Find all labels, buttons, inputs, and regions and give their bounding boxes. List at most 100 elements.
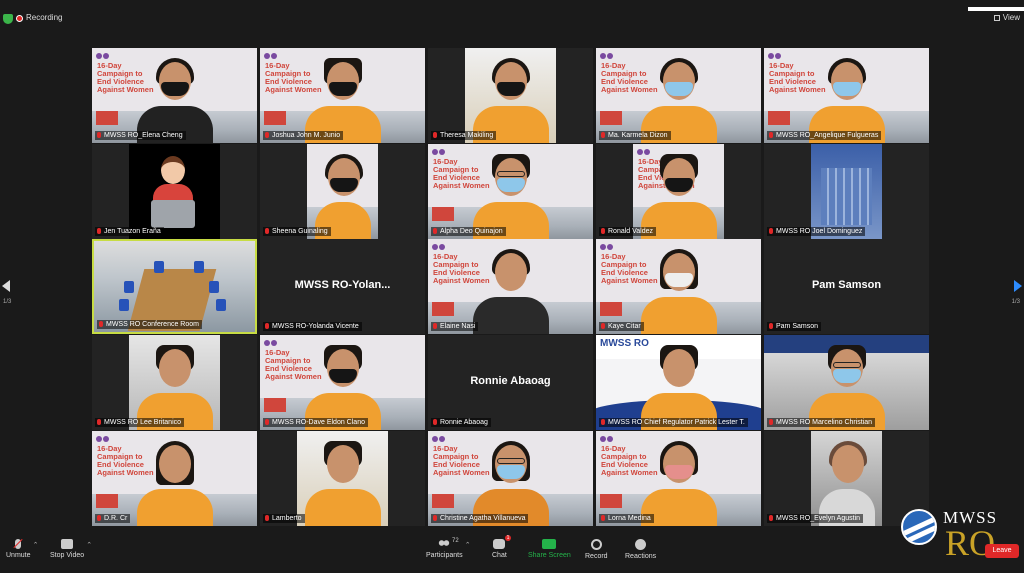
muted-mic-icon (433, 132, 437, 138)
participant-tile[interactable]: 16-Day Campaign to End Violence Against … (596, 431, 761, 526)
reactions-icon (635, 539, 647, 550)
muted-mic-icon (769, 228, 773, 234)
participant-video (297, 431, 388, 526)
participant-name: Joshua John M. Junio (263, 131, 344, 140)
participant-video (807, 335, 887, 430)
muted-mic-icon (433, 323, 437, 329)
participant-video (471, 144, 551, 239)
participant-name: MWSS RO Conference Room (97, 320, 202, 329)
participant-tile[interactable]: Pam Samson Pam Samson (764, 239, 929, 334)
participant-name: MWSS RO-Yolanda Vicente (263, 322, 362, 331)
participant-video (471, 239, 551, 334)
recording-label: Recording (26, 13, 63, 22)
caret-up-icon[interactable]: ⌃ (33, 541, 39, 549)
participant-tile[interactable]: 16-Day Campaign to End Violence Against … (260, 335, 425, 430)
participant-name: Sheena Guinaling (263, 227, 331, 236)
caret-up-icon[interactable]: ⌃ (86, 541, 92, 549)
muted-mic-icon (769, 515, 773, 521)
muted-mic-icon (433, 515, 437, 521)
stop-video-button[interactable]: Stop Video ⌃ (50, 539, 92, 559)
participant-display-name: Ronnie Abaoag (470, 375, 551, 387)
participant-name: Ronald Valdez (599, 227, 657, 236)
active-speaker-tile[interactable]: MWSS RO Conference Room (92, 239, 257, 334)
muted-mic-icon (433, 228, 437, 234)
record-button[interactable]: Record (585, 539, 608, 560)
participant-tile[interactable]: MWSS RO Joel Dominguez (764, 144, 929, 239)
participant-tile[interactable]: 16-Day Campaign to End Violence Against … (260, 48, 425, 143)
participant-tile[interactable]: MWSS RO Lee Britanico (92, 335, 257, 430)
participant-name: MWSS RO Lee Britanico (95, 418, 185, 427)
recording-icon (16, 15, 23, 22)
record-icon (590, 539, 602, 550)
participant-video (811, 431, 882, 526)
participant-tile[interactable]: Jen Tuazon Eraña (92, 144, 257, 239)
video-camera-icon (61, 539, 74, 549)
muted-mic-icon (99, 321, 103, 327)
participant-video (811, 144, 882, 239)
participants-button[interactable]: 72 Participants ⌃ (426, 538, 471, 559)
muted-mic-icon (769, 323, 773, 329)
share-screen-icon (542, 539, 557, 549)
muted-microphone-icon (15, 539, 22, 549)
participant-tile[interactable]: 16-Day Campaign to End Violence Against … (428, 431, 593, 526)
reactions-button[interactable]: Reactions (625, 539, 656, 560)
unmute-button[interactable]: Unmute ⌃ (6, 539, 39, 559)
participant-display-name: MWSS RO-Yolan... (294, 279, 391, 291)
participant-video (471, 431, 551, 526)
security-shield-icon[interactable] (3, 14, 13, 24)
top-bar: Recording View (0, 0, 1024, 36)
participant-tile[interactable]: Theresa Makiling (428, 48, 593, 143)
participant-tile[interactable]: MWSS RO MWSS RO Chief Regulator Patrick … (596, 335, 761, 430)
participant-tile[interactable]: MWSS RO Marcelino Christian (764, 335, 929, 430)
muted-mic-icon (265, 419, 269, 425)
participant-video: 16-Day Campaign to End Violence Against … (633, 144, 724, 239)
participant-video (639, 335, 719, 430)
participant-name: Ronnie Abaoag (431, 418, 491, 427)
mwss-globe-icon (901, 509, 937, 545)
participant-video (303, 48, 383, 143)
chat-unread-badge: 1 (504, 535, 512, 541)
participant-name: Pam Samson (767, 322, 822, 331)
muted-mic-icon (601, 132, 605, 138)
participant-tile[interactable]: 16-Day Campaign to End Violence Against … (428, 144, 593, 239)
participant-video (303, 335, 383, 430)
participant-tile[interactable]: Ronnie Abaoag Ronnie Abaoag (428, 335, 593, 430)
page-indicator-left: 1/3 (3, 299, 12, 305)
participant-tile[interactable]: 16-Day Campaign to End Violence Against … (596, 48, 761, 143)
participant-tile[interactable]: 16-Day Campaign to End Violence Against … (92, 48, 257, 143)
participant-tile[interactable]: 16-Day Campaign to End Violence Against … (764, 48, 929, 143)
muted-mic-icon (601, 323, 605, 329)
chat-button[interactable]: 1 Chat (492, 535, 512, 559)
participant-video (807, 48, 887, 143)
participant-display-name: Pam Samson (811, 279, 882, 291)
leave-button[interactable]: Leave (985, 544, 1019, 558)
muted-mic-icon (601, 419, 605, 425)
participant-tile[interactable]: 16-Day Campaign to End Violence Against … (92, 431, 257, 526)
participant-tile[interactable]: 16-Day Campaign to End Violence Against … (596, 144, 761, 239)
share-screen-button[interactable]: Share Screen (528, 539, 571, 559)
muted-mic-icon (97, 419, 101, 425)
participant-count: 72 (452, 538, 459, 544)
participant-name: MWSS RO Joel Dominguez (767, 227, 866, 236)
participant-name: MWSS RO-Dave Eldon Clano (263, 418, 368, 427)
caret-up-icon[interactable]: ⌃ (465, 541, 471, 549)
view-button[interactable]: View (993, 13, 1020, 22)
chat-icon: 1 (493, 535, 512, 549)
participant-tile[interactable]: Sheena Guinaling (260, 144, 425, 239)
page-indicator-right: 1/3 (1011, 299, 1020, 305)
muted-mic-icon (433, 419, 437, 425)
muted-mic-icon (601, 515, 605, 521)
next-page-arrow-icon[interactable] (1014, 280, 1022, 292)
participant-video (639, 48, 719, 143)
participant-video (639, 431, 719, 526)
participant-name: D.R. Cr (95, 514, 131, 523)
muted-mic-icon (265, 323, 269, 329)
participant-name: Lorna Medina (599, 514, 654, 523)
muted-mic-icon (769, 132, 773, 138)
previous-page-arrow-icon[interactable] (2, 280, 10, 292)
participant-tile[interactable]: MWSS RO-Yolan... MWSS RO-Yolanda Vicente (260, 239, 425, 334)
muted-mic-icon (265, 132, 269, 138)
participant-tile[interactable]: 16-Day Campaign to End Violence Against … (428, 239, 593, 334)
participant-tile[interactable]: Lamberto (260, 431, 425, 526)
participant-tile[interactable]: 16-Day Campaign to End Violence Against … (596, 239, 761, 334)
